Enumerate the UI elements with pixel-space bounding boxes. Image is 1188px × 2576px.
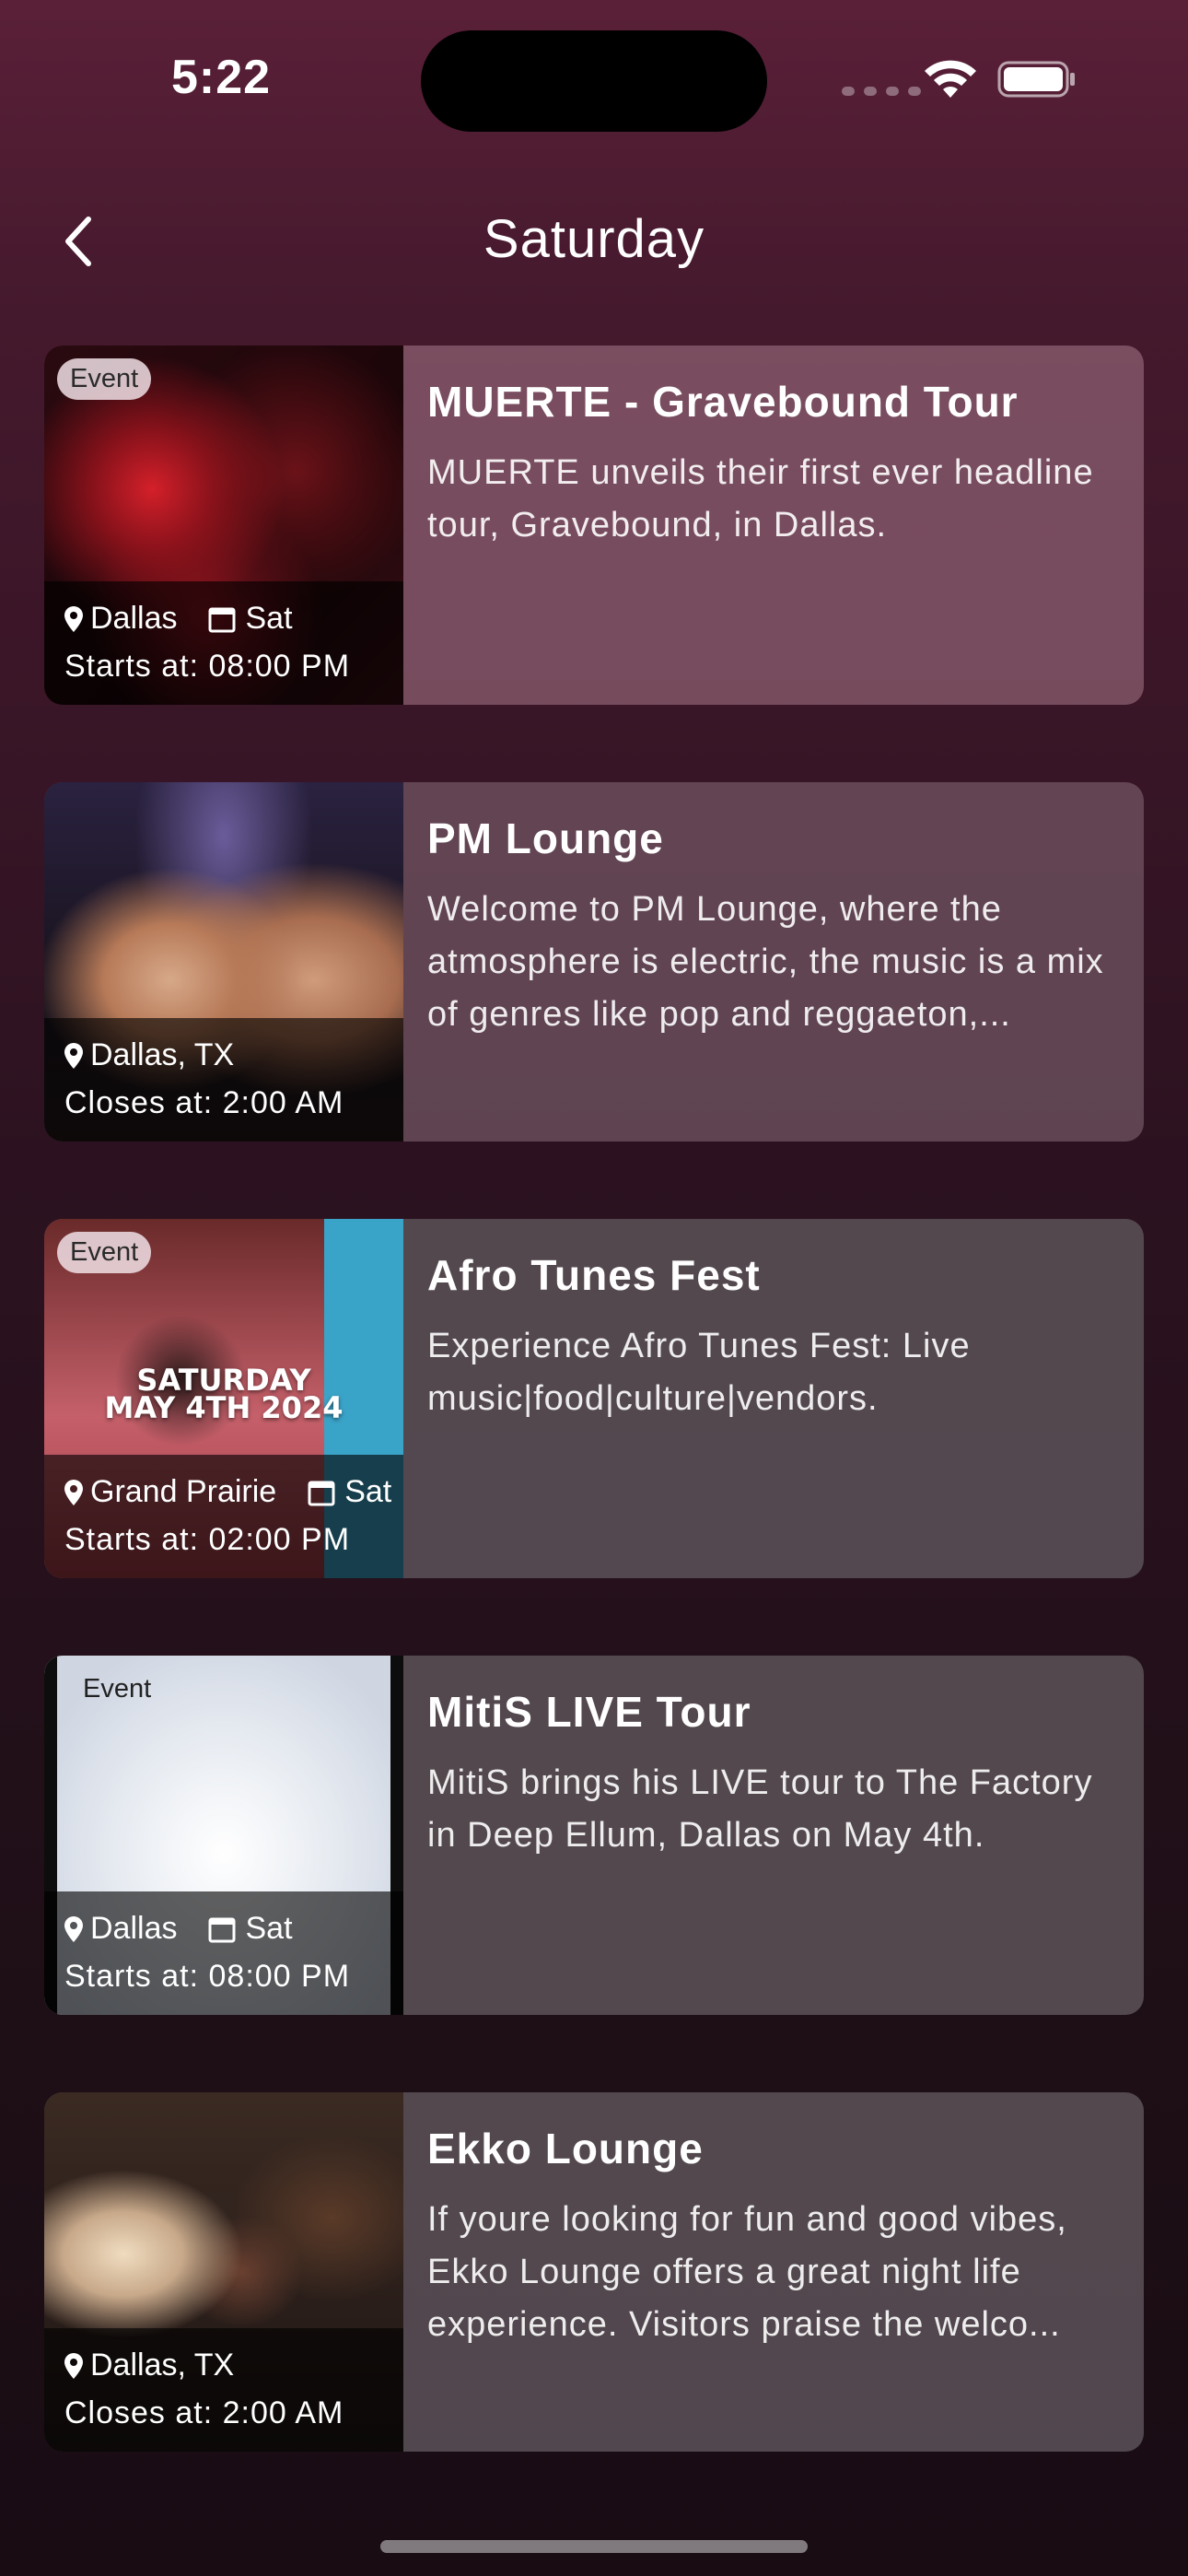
location-pin-icon [64,1915,83,1942]
list-item-ekko-lounge[interactable]: Dallas, TX Closes at: 2:00 AM Ekko Loung… [44,2092,1144,2452]
meta-row: Dallas Sat [64,1911,293,1947]
day-label: Sat [245,601,293,636]
image-caption-line: MAY 4TH 2024 [104,1390,344,1425]
image-caption: SATURDAY MAY 4TH 2024 [44,1365,403,1425]
card-thumbnail: Event Dallas Sat Starts at: 08:00 PM [44,345,403,705]
event-badge: Event [57,1232,152,1273]
location-pin-icon [64,1042,83,1069]
time-label: Starts at: 02:00 PM [64,1522,351,1557]
list-item-mitis[interactable]: Event Dallas Sat Starts at: 08:00 PM Mit… [44,1656,1144,2015]
day-label: Sat [344,1474,392,1509]
location-pin-icon [64,605,83,632]
calendar-icon [308,1481,335,1505]
location-label: Dallas, TX [90,2348,235,2383]
location-label: Dallas [90,601,178,636]
card-thumbnail: Event Dallas Sat Starts at: 08:00 PM [44,1656,403,2015]
location-pin-icon [64,1479,83,1505]
list-item-afro-tunes[interactable]: SATURDAY MAY 4TH 2024 Event Grand Prairi… [44,1219,1144,1578]
cellular-signal-icon [842,87,921,96]
card-thumbnail: Dallas, TX Closes at: 2:00 AM [44,782,403,1142]
time-label: Closes at: 2:00 AM [64,1085,344,1120]
venue-list: Event Dallas Sat Starts at: 08:00 PM MUE… [44,345,1144,2529]
event-badge: Event [57,358,152,400]
meta-row: Dallas Sat [64,601,293,637]
card-description: MUERTE unveils their first ever headline… [427,453,1094,544]
card-description: Welcome to PM Lounge, where the atmosphe… [427,890,1104,1034]
list-item-muerte[interactable]: Event Dallas Sat Starts at: 08:00 PM MUE… [44,345,1144,705]
calendar-icon [208,1917,236,1942]
card-title: MitiS LIVE Tour [427,1688,751,1736]
card-thumbnail: Dallas, TX Closes at: 2:00 AM [44,2092,403,2452]
dynamic-island [421,30,767,132]
card-content: PM Lounge Welcome to PM Lounge, where th… [403,782,1144,1142]
home-indicator[interactable] [380,2540,808,2553]
card-content: Afro Tunes Fest Experience Afro Tunes Fe… [403,1219,1144,1578]
meta-row: Grand Prairie Sat [64,1474,391,1510]
location-pin-icon [64,2352,83,2379]
card-description: If youre looking for fun and good vibes,… [427,2200,1067,2344]
calendar-icon [208,607,236,632]
card-title: PM Lounge [427,814,664,862]
event-badge: Event [83,1674,152,1704]
day-label: Sat [245,1911,293,1946]
status-time: 5:22 [171,51,272,104]
card-title: Ekko Lounge [427,2125,704,2172]
card-description: MitiS brings his LIVE tour to The Factor… [427,1763,1093,1855]
page-title: Saturday [483,209,705,269]
meta-row: Dallas, TX [64,2348,234,2383]
list-item-pm-lounge[interactable]: Dallas, TX Closes at: 2:00 AM PM Lounge … [44,782,1144,1142]
card-content: MitiS LIVE Tour MitiS brings his LIVE to… [403,1656,1144,2015]
location-label: Grand Prairie [90,1474,277,1509]
location-label: Dallas [90,1911,178,1946]
wifi-icon [925,60,976,98]
card-thumbnail: SATURDAY MAY 4TH 2024 Event Grand Prairi… [44,1219,403,1578]
card-content: MUERTE - Gravebound Tour MUERTE unveils … [403,345,1144,705]
meta-row: Dallas, TX [64,1037,234,1073]
card-description: Experience Afro Tunes Fest: Live music|f… [427,1327,971,1418]
time-label: Closes at: 2:00 AM [64,2395,344,2430]
card-content: Ekko Lounge If youre looking for fun and… [403,2092,1144,2452]
time-label: Starts at: 08:00 PM [64,1959,351,1994]
time-label: Starts at: 08:00 PM [64,649,351,684]
card-title: Afro Tunes Fest [427,1251,761,1299]
location-label: Dallas, TX [90,1037,235,1072]
battery-icon [997,61,1075,98]
status-bar: 5:22 [0,0,1188,157]
card-title: MUERTE - Gravebound Tour [427,378,1019,426]
